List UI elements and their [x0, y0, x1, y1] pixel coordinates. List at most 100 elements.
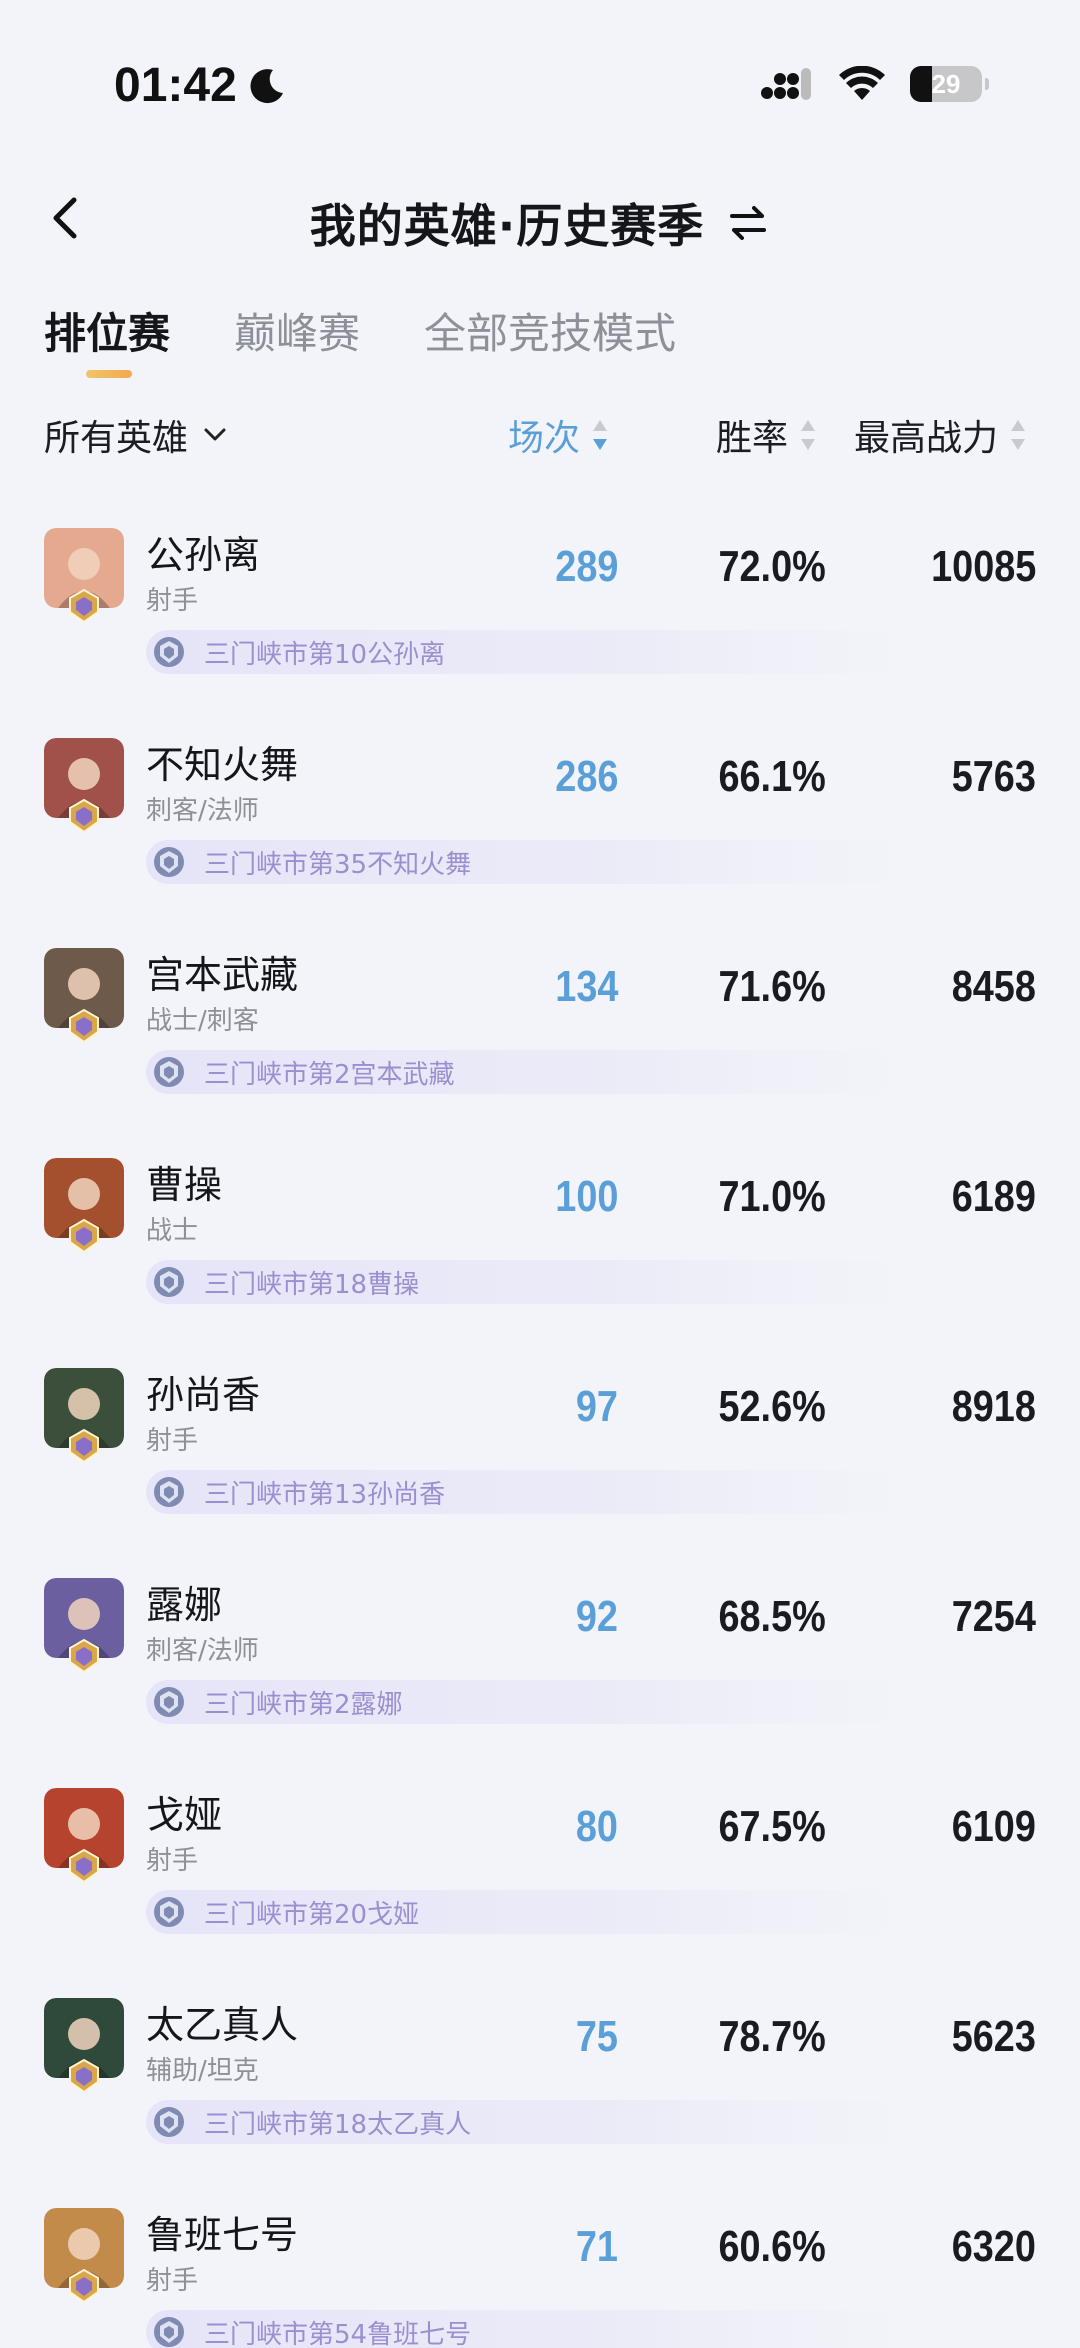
- hero-title-text: 三门峡市第18曹操: [204, 1269, 420, 1300]
- sort-games-label: 场次: [508, 418, 581, 459]
- rank-badge-icon: [69, 798, 99, 834]
- title-badge-icon: [154, 2107, 184, 2137]
- rank-badge-icon: [69, 1638, 99, 1674]
- hero-title-chip[interactable]: 三门峡市第13孙尚香: [146, 1470, 906, 1514]
- tab-peak[interactable]: 巅峰赛: [234, 300, 360, 380]
- hero-title-chip[interactable]: 三门峡市第35不知火舞: [146, 840, 906, 884]
- filter-row: 所有英雄 场次 胜率 最高战力: [0, 405, 1080, 465]
- sort-icon: [801, 420, 816, 450]
- title-badge-icon: [154, 637, 184, 667]
- hero-filter-dropdown[interactable]: 所有英雄: [44, 409, 230, 461]
- hero-name: 太乙真人: [146, 2003, 299, 2047]
- hero-avatar: [44, 1158, 124, 1254]
- sort-winrate-button[interactable]: 胜率: [716, 409, 818, 461]
- hero-title-text: 三门峡市第18太乙真人: [204, 2109, 472, 2140]
- hero-role: 刺客/法师: [146, 1636, 259, 1666]
- battery-indicator: 29: [910, 66, 989, 102]
- hero-row[interactable]: 公孙离 射手 289 72.0% 10085 三门峡市第10公孙离: [0, 510, 1080, 720]
- rank-badge-icon: [69, 1428, 99, 1464]
- win-rate: 60.6%: [718, 2222, 826, 2271]
- sort-desc-icon: [593, 420, 608, 450]
- hero-avatar: [44, 2208, 124, 2304]
- title-badge-icon: [154, 847, 184, 877]
- games-count: 71: [575, 2222, 618, 2271]
- hero-name: 戈娅: [146, 1793, 223, 1837]
- rank-badge-icon: [69, 1218, 99, 1254]
- hero-title-text: 三门峡市第54鲁班七号: [204, 2319, 472, 2348]
- hero-name: 孙尚香: [146, 1373, 261, 1417]
- nav-bar: 我的英雄·历史赛季: [0, 170, 1080, 270]
- games-count: 286: [554, 752, 618, 801]
- sort-games-button[interactable]: 场次: [508, 409, 610, 461]
- hero-title-chip[interactable]: 三门峡市第10公孙离: [146, 630, 906, 674]
- hero-title-text: 三门峡市第10公孙离: [204, 639, 446, 670]
- rank-badge-icon: [69, 2268, 99, 2304]
- status-bar: 01:42 29: [0, 0, 1080, 150]
- hero-row[interactable]: 宫本武藏 战士/刺客 134 71.6% 8458 三门峡市第2宫本武藏: [0, 930, 1080, 1140]
- status-icons: 29: [760, 66, 989, 102]
- hero-row[interactable]: 露娜 刺客/法师 92 68.5% 7254 三门峡市第2露娜: [0, 1560, 1080, 1770]
- hero-row[interactable]: 曹操 战士 100 71.0% 6189 三门峡市第18曹操: [0, 1140, 1080, 1350]
- hero-filter-label: 所有英雄: [44, 418, 189, 459]
- hero-role: 射手: [146, 2266, 199, 2296]
- max-power: 5623: [951, 2012, 1036, 2061]
- hero-row[interactable]: 不知火舞 刺客/法师 286 66.1% 5763 三门峡市第35不知火舞: [0, 720, 1080, 930]
- moon-icon: [250, 68, 283, 103]
- hero-role: 战士: [146, 1216, 199, 1246]
- hero-avatar: [44, 738, 124, 834]
- signal-icon: [761, 68, 811, 100]
- rank-badge-icon: [69, 2058, 99, 2094]
- hero-avatar: [44, 528, 124, 624]
- games-count: 80: [575, 1802, 618, 1851]
- hero-name: 露娜: [146, 1583, 223, 1627]
- games-count: 97: [575, 1382, 618, 1431]
- wifi-icon: [839, 66, 885, 100]
- hero-title-chip[interactable]: 三门峡市第18太乙真人: [146, 2100, 906, 2144]
- hero-name: 曹操: [146, 1163, 223, 1207]
- page-title: 我的英雄·历史赛季: [309, 199, 705, 253]
- tab-ranked[interactable]: 排位赛: [44, 300, 170, 380]
- swap-icon[interactable]: [726, 201, 770, 245]
- hero-list: 公孙离 射手 289 72.0% 10085 三门峡市第10公孙离 不知火舞 刺…: [0, 510, 1080, 2348]
- hero-row[interactable]: 戈娅 射手 80 67.5% 6109 三门峡市第20戈娅: [0, 1770, 1080, 1980]
- title-badge-icon: [154, 2317, 184, 2347]
- rank-badge-icon: [69, 1848, 99, 1884]
- sort-power-button[interactable]: 最高战力: [854, 409, 1028, 461]
- win-rate: 67.5%: [718, 1802, 826, 1851]
- hero-title-chip[interactable]: 三门峡市第20戈娅: [146, 1890, 906, 1934]
- games-count: 92: [575, 1592, 618, 1641]
- hero-avatar: [44, 1578, 124, 1674]
- rank-badge-icon: [69, 1008, 99, 1044]
- hero-role: 射手: [146, 1426, 199, 1456]
- hero-title-chip[interactable]: 三门峡市第18曹操: [146, 1260, 906, 1304]
- games-count: 134: [554, 962, 618, 1011]
- win-rate: 78.7%: [718, 2012, 826, 2061]
- hero-avatar: [44, 948, 124, 1044]
- hero-title-chip[interactable]: 三门峡市第54鲁班七号: [146, 2310, 906, 2348]
- hero-name: 宫本武藏: [146, 953, 299, 997]
- hero-title-chip[interactable]: 三门峡市第2露娜: [146, 1680, 906, 1724]
- battery-level: 29: [931, 68, 961, 99]
- hero-title-chip[interactable]: 三门峡市第2宫本武藏: [146, 1050, 906, 1094]
- hero-role: 刺客/法师: [146, 796, 259, 826]
- title-badge-icon: [154, 1057, 184, 1087]
- sort-winrate-label: 胜率: [716, 418, 789, 459]
- win-rate: 72.0%: [718, 542, 826, 591]
- max-power: 6189: [951, 1172, 1036, 1221]
- hero-title-text: 三门峡市第35不知火舞: [204, 849, 472, 880]
- max-power: 6109: [951, 1802, 1036, 1851]
- win-rate: 71.0%: [718, 1172, 826, 1221]
- games-count: 75: [575, 2012, 618, 2061]
- hero-role: 射手: [146, 1846, 199, 1876]
- hero-row[interactable]: 太乙真人 辅助/坦克 75 78.7% 5623 三门峡市第18太乙真人: [0, 1980, 1080, 2190]
- sort-power-label: 最高战力: [854, 418, 999, 459]
- hero-row[interactable]: 鲁班七号 射手 71 60.6% 6320 三门峡市第54鲁班七号: [0, 2190, 1080, 2348]
- status-time: 01:42: [114, 58, 287, 113]
- chevron-down-icon: [204, 428, 226, 441]
- max-power: 10085: [930, 542, 1036, 591]
- tab-all-modes[interactable]: 全部竞技模式: [424, 300, 676, 380]
- hero-row[interactable]: 孙尚香 射手 97 52.6% 8918 三门峡市第13孙尚香: [0, 1350, 1080, 1560]
- hero-avatar: [44, 1998, 124, 2094]
- tab-label: 巅峰赛: [234, 309, 361, 358]
- win-rate: 71.6%: [718, 962, 826, 1011]
